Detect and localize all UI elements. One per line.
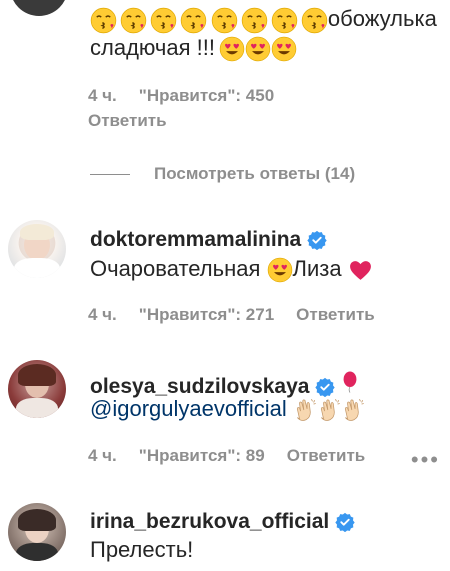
more-options-icon[interactable]: •••: [411, 447, 440, 473]
comment-text: обожулька: [90, 5, 437, 34]
heart-eyes-emoji: [245, 36, 271, 62]
red-heart-emoji: [348, 258, 373, 283]
clapping-hands-emoji: [341, 397, 367, 423]
username-text[interactable]: irina_bezrukova_official: [90, 510, 329, 533]
verified-badge-icon: [335, 512, 355, 532]
username-text[interactable]: doktoremmamalinina: [90, 228, 301, 251]
clapping-hands-emoji: [293, 397, 319, 423]
reply-button[interactable]: Ответить: [296, 305, 375, 325]
heart-eyes-emoji: [267, 257, 293, 283]
comment-meta: 4 ч. "Нравится": 271 Ответить: [88, 305, 375, 325]
comment-text-line2: сладючая !!!: [90, 34, 297, 62]
comment-text: Очаровательная Лиза: [90, 255, 373, 283]
reply-button[interactable]: Ответить: [287, 446, 366, 466]
view-replies-button[interactable]: Посмотреть ответы (14): [90, 164, 355, 184]
comment-text-suffix: обожулька: [327, 6, 437, 31]
comment-text-line2-text: сладючая !!!: [90, 35, 215, 60]
kissing-face-emoji: [150, 7, 177, 34]
comment-likes[interactable]: "Нравится": 89: [139, 446, 265, 466]
comment-likes[interactable]: "Нравится": 271: [139, 305, 274, 325]
comment-text-part: Очаровательная: [90, 256, 261, 281]
comment-text: Прелесть!: [90, 536, 193, 564]
clapping-hands-emoji: [317, 397, 343, 423]
comment-text-content: Прелесть!: [90, 537, 194, 562]
kissing-face-emoji: [180, 7, 207, 34]
kissing-face-emoji: [241, 7, 268, 34]
username[interactable]: doktoremmamalinina: [90, 228, 327, 252]
avatar[interactable]: [8, 503, 66, 561]
balloon-emoji: [339, 369, 361, 395]
comment-time[interactable]: 4 ч.: [88, 446, 117, 466]
kissing-face-emoji: [301, 7, 328, 34]
avatar[interactable]: [8, 360, 66, 418]
avatar[interactable]: [8, 220, 66, 278]
reply-button[interactable]: Ответить: [88, 111, 167, 131]
heart-eyes-emoji: [271, 36, 297, 62]
kissing-face-emoji: [271, 7, 298, 34]
comment-meta: 4 ч. "Нравится": 89 Ответить: [88, 446, 365, 466]
kissing-face-emoji: [211, 7, 238, 34]
comment-time[interactable]: 4 ч.: [88, 305, 117, 325]
comment-text-part: Лиза: [292, 256, 342, 281]
comment-text: @igorgulyaevofficial: [90, 395, 367, 423]
verified-badge-icon: [307, 230, 327, 250]
kissing-face-emoji: [90, 7, 117, 34]
comment-meta: 4 ч. "Нравится": 450: [88, 86, 274, 106]
avatar[interactable]: [10, 0, 68, 16]
heart-eyes-emoji: [219, 36, 245, 62]
divider-line: [90, 173, 130, 175]
comment-time[interactable]: 4 ч.: [88, 86, 117, 106]
view-replies-label: Посмотреть ответы (14): [154, 164, 356, 183]
comment-meta-reply: Ответить: [88, 111, 167, 131]
username[interactable]: irina_bezrukova_official: [90, 510, 355, 534]
mention-link[interactable]: @igorgulyaevofficial: [90, 396, 287, 421]
kissing-face-emoji: [120, 7, 147, 34]
comment-likes[interactable]: "Нравится": 450: [139, 86, 274, 106]
